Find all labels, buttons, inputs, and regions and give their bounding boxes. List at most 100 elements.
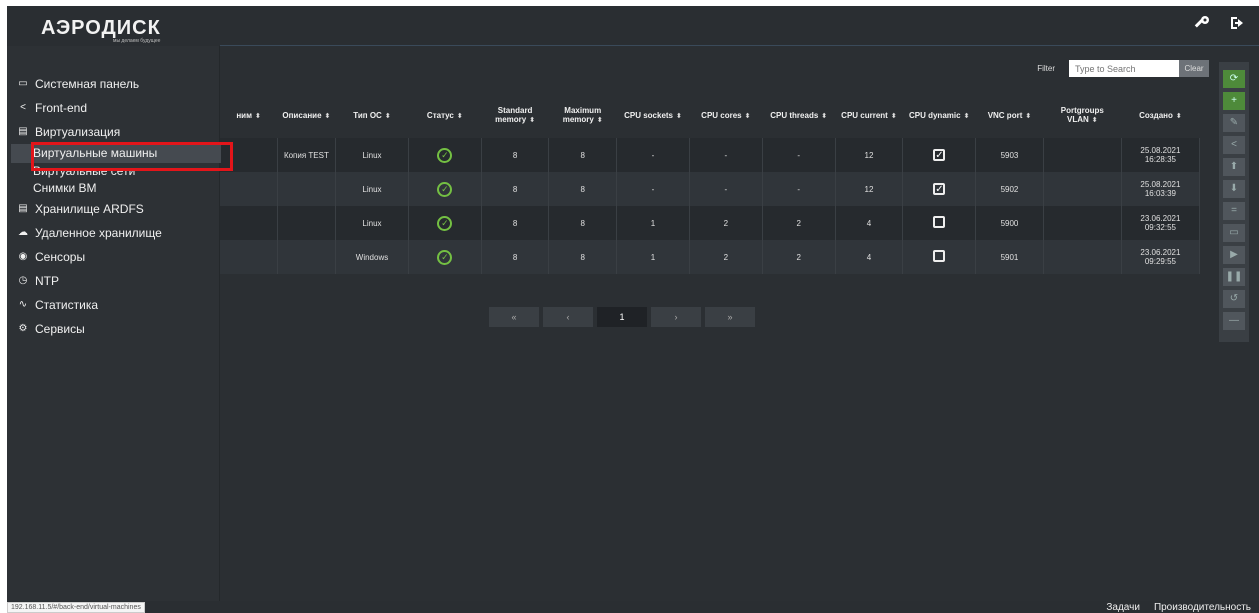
col-header[interactable]: CPU cores ⬍ (689, 92, 763, 138)
table-cell: 25.08.2021 16:28:35 (1121, 138, 1201, 172)
col-header[interactable]: Standard memory ⬍ (481, 92, 549, 138)
created-time: 09:29:55 (1144, 257, 1176, 266)
col-header[interactable]: Тип ОС ⬍ (335, 92, 409, 138)
sidebar-item[interactable]: < Front-end (7, 96, 219, 120)
database-icon: ▤ (18, 126, 28, 137)
search-input[interactable] (1069, 60, 1179, 77)
table-cell (902, 206, 977, 240)
app-window: АЭРОДИСК мы делаем будущее Filter Clear … (7, 6, 1259, 613)
sort-icon: ⬍ (596, 117, 603, 124)
stop-icon[interactable]: — (1223, 312, 1245, 330)
sidebar-item[interactable]: ∿ Статистика (7, 293, 219, 317)
table-cell: 5902 (975, 172, 1044, 206)
col-header[interactable]: CPU sockets ⬍ (616, 92, 690, 138)
page-first-button[interactable]: « (489, 307, 539, 327)
table-cell: 2 (689, 240, 763, 274)
table-cell: - (689, 138, 763, 172)
sort-icon: ⬍ (1091, 117, 1098, 124)
table-row[interactable]: Linux ✓ 8 8- - -12 ✓ 5902 25.08.2021 16:03:39 (220, 172, 1201, 206)
pause-icon[interactable]: ❚❚ (1223, 268, 1245, 286)
page-prev-button[interactable]: ‹ (543, 307, 593, 327)
checkbox-checked-icon: ✓ (933, 183, 946, 195)
col-header[interactable]: CPU dynamic ⬍ (902, 92, 976, 138)
logo-text: АЭРОДИСК (41, 17, 161, 39)
page-last-button[interactable]: » (705, 307, 755, 327)
download-icon[interactable]: ⬇ (1223, 180, 1245, 198)
chart-icon: ∿ (18, 299, 28, 310)
sidebar-item[interactable]: ▭ Системная панель (7, 72, 219, 96)
play-icon[interactable]: ▶ (1223, 246, 1245, 264)
sidebar-item[interactable]: ▤ Виртуализация (7, 120, 219, 144)
col-header[interactable]: Описание ⬍ (277, 92, 336, 138)
table-cell: ✓ (408, 206, 482, 240)
table-cell: 2 (762, 206, 836, 240)
sidebar-item[interactable]: Снимки ВМ (7, 180, 219, 197)
table-cell (1043, 172, 1122, 206)
monitor-icon: ▭ (18, 78, 28, 89)
col-header[interactable]: CPU threads ⬍ (762, 92, 836, 138)
logout-icon[interactable] (1229, 14, 1247, 32)
table-cell: 5903 (975, 138, 1044, 172)
table-cell: ✓ (902, 138, 977, 172)
col-header[interactable]: Portgroups VLAN ⬍ (1043, 92, 1122, 138)
table-cell: 8 (548, 206, 618, 240)
restart-icon[interactable]: ↺ (1223, 290, 1245, 308)
sort-icon: ⬍ (324, 112, 331, 120)
sidebar-item-label: Хранилище ARDFS (35, 202, 144, 216)
table-cell: ✓ (408, 138, 482, 172)
table-row[interactable]: Windows ✓ 8 8 1 2 2 4 5901 23.06.2021 09:29:55 (220, 240, 1201, 274)
created-time: 16:03:39 (1144, 189, 1176, 198)
table-cell (220, 206, 278, 240)
checkbox-empty-icon (933, 250, 946, 262)
table-cell: ✓ (408, 172, 482, 206)
sidebar-item[interactable]: ⚙ Сервисы (7, 317, 219, 341)
clear-button[interactable]: Clear (1179, 60, 1209, 77)
status-ok-icon: ✓ (437, 249, 453, 265)
header-actions (1193, 14, 1247, 32)
sort-icon: ⬍ (821, 112, 828, 120)
key-icon[interactable] (1193, 14, 1211, 32)
table-cell: 12 (835, 138, 904, 172)
console-icon[interactable]: ▭ (1223, 224, 1245, 242)
logo[interactable]: АЭРОДИСК мы делаем будущее (41, 17, 161, 44)
sort-icon: ⬍ (744, 112, 751, 120)
col-header[interactable]: Maximum memory ⬍ (548, 92, 617, 138)
col-header[interactable]: CPU current ⬍ (835, 92, 903, 138)
table-cell: 5901 (975, 240, 1044, 274)
table-cell: 8 (481, 206, 550, 240)
checkbox-empty-icon (933, 216, 946, 228)
col-header[interactable]: Создано ⬍ (1121, 92, 1200, 138)
col-header[interactable]: ним ⬍ (220, 92, 278, 138)
sidebar-item[interactable]: ◷ NTP (7, 269, 219, 293)
minus-icon[interactable]: = (1223, 202, 1245, 220)
edit-icon[interactable]: ✎ (1223, 114, 1245, 132)
sidebar-item-label: Front-end (35, 101, 88, 115)
sort-icon: ⬍ (529, 117, 536, 124)
table-cell: 1 (616, 240, 690, 274)
sidebar-item[interactable]: ◉ Сенсоры (7, 245, 219, 269)
share-icon: < (20, 102, 26, 113)
header-logo-area: АЭРОДИСК мы делаем будущее (7, 6, 220, 46)
share-icon[interactable]: < (1223, 136, 1245, 154)
sort-icon: ⬍ (1025, 112, 1032, 120)
sidebar-item[interactable]: ☁ Удаленное хранилище (7, 221, 219, 245)
page-current-button[interactable]: 1 (597, 307, 647, 327)
sidebar-item[interactable]: ▤ Хранилище ARDFS (7, 197, 219, 221)
highlight-annotation (31, 142, 233, 171)
sidebar: ▭ Системная панель < Front-end ▤ Виртуализаци… (7, 46, 221, 606)
col-header[interactable]: Статус ⬍ (408, 92, 482, 138)
upload-icon[interactable]: ⬆ (1223, 158, 1245, 176)
col-header[interactable]: VNC port ⬍ (975, 92, 1044, 138)
tasks-link[interactable]: Задачи (1106, 602, 1140, 613)
refresh-icon[interactable]: ⟳ (1223, 70, 1245, 88)
table-cell: - (689, 172, 763, 206)
page-next-button[interactable]: › (651, 307, 701, 327)
performance-link[interactable]: Производительность (1154, 602, 1251, 613)
sidebar-menu: ▭ Системная панель < Front-end ▤ Виртуализаци… (7, 72, 221, 341)
table-row[interactable]: Linux ✓ 8 8 1 2 2 4 5900 23.06.2021 09:32:55 (220, 206, 1201, 240)
add-icon[interactable]: + (1223, 92, 1245, 110)
sidebar-item-label: Снимки ВМ (33, 181, 97, 195)
table-cell: Linux (335, 206, 409, 240)
table-cell (277, 206, 337, 240)
table-row[interactable]: Копия TEST Linux ✓ 8 8- - -12 ✓ 5903 25.08.2021 16… (220, 138, 1201, 172)
